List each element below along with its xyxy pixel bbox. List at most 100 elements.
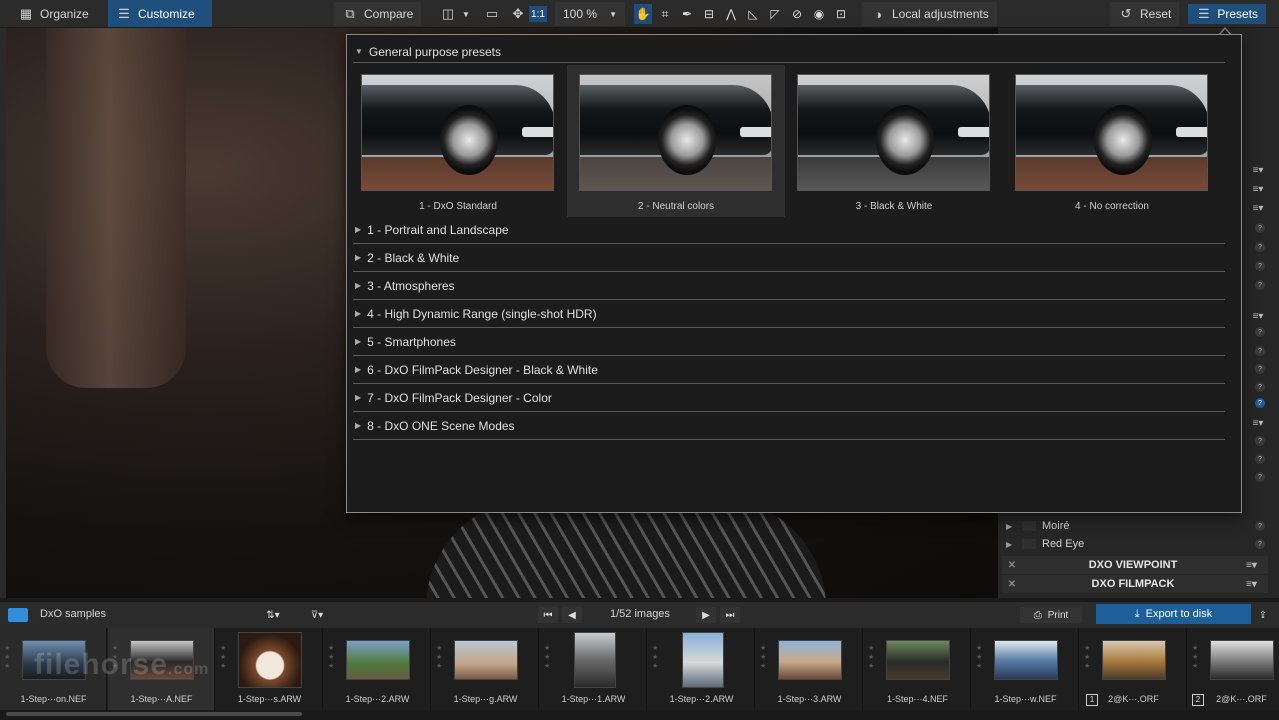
previous-image-button[interactable]: ◀ [562, 607, 582, 623]
help-icon[interactable]: ? [1255, 521, 1265, 531]
palette-item-moire[interactable]: ▶ Moiré ? [1002, 517, 1265, 535]
preset-thumbnail[interactable]: 2 - Neutral colors [567, 65, 785, 217]
filmstrip-item[interactable]: ★ ★ ★ 1-Step···4.NEF [864, 628, 971, 710]
customize-tab[interactable]: ☰ Customize [108, 0, 212, 27]
filmstrip-item[interactable]: ★ ★ ★ 1-Step···2.ARW [648, 628, 755, 710]
filter-button[interactable]: ⊽▾ [302, 607, 332, 623]
filmstrip-item[interactable]: ★ ★ ★ 1-Step···g.ARW [432, 628, 539, 710]
help-icon[interactable]: ? [1255, 280, 1265, 290]
rating-stars[interactable]: ★ ★ ★ [868, 644, 876, 671]
filmstrip-toolbar: DxO samples ⇅▾ ⊽▾ ⏮ ◀ 1/52 images ▶ ⏭ ⎙ … [0, 602, 1279, 628]
perspective-icon[interactable]: ⋀ [722, 4, 740, 24]
palette-menu-icon[interactable]: ≡▾ [1248, 309, 1268, 323]
rating-stars[interactable]: ★ ★ ★ [652, 644, 660, 671]
rating-stars[interactable]: ★ ★ ★ [760, 644, 768, 671]
general-presets-header[interactable]: ▼ General purpose presets [353, 41, 1225, 63]
repair-icon[interactable]: ⊘ [788, 4, 806, 24]
section-dxo-viewpoint[interactable]: ✕ DXO VIEWPOINT ≡▾ [1002, 556, 1268, 574]
filmstrip-item[interactable]: ★ ★ ★ 1 2@K···.ORF [1080, 628, 1187, 710]
organize-tab[interactable]: ▦ Organize [10, 2, 97, 26]
rating-stars[interactable]: ★ ★ ★ [436, 644, 444, 671]
help-icon[interactable]: ? [1255, 539, 1265, 549]
rating-stars[interactable]: ★ ★ ★ [544, 644, 552, 671]
close-icon[interactable]: ✕ [1004, 560, 1020, 571]
horizon-icon[interactable]: ⊟ [700, 4, 718, 24]
export-label: Export to disk [1145, 608, 1213, 620]
palette-menu-icon[interactable]: ≡▾ [1248, 163, 1268, 177]
rating-stars[interactable]: ★ ★ ★ [220, 644, 228, 671]
local-adjust-icon: ◑ [874, 6, 882, 22]
filmstrip-scroll-thumb[interactable] [6, 712, 302, 716]
last-image-button[interactable]: ⏭ [720, 607, 740, 623]
sort-button[interactable]: ⇅▾ [258, 607, 288, 623]
palette-menu-icon[interactable]: ≡▾ [1246, 560, 1268, 571]
compare-button[interactable]: ⧉ Compare [334, 2, 422, 26]
preset-category-row[interactable]: ▶ 5 - Smartphones [353, 328, 1225, 356]
palette-menu-icon[interactable]: ≡▾ [1246, 579, 1268, 590]
rating-stars[interactable]: ★ ★ ★ [4, 644, 12, 671]
filmstrip-filename: 1-Step···on.NEF [20, 694, 87, 704]
eye-icon[interactable]: ◉ [810, 4, 828, 24]
rating-stars[interactable]: ★ ★ ★ [328, 644, 336, 671]
export-to-disk-button[interactable]: ⤓ Export to disk [1096, 604, 1251, 624]
preset-category-row[interactable]: ▶ 3 - Atmospheres [353, 272, 1225, 300]
help-icon[interactable]: ? [1255, 382, 1265, 392]
perspective-rect-icon[interactable]: ◺ [744, 4, 762, 24]
layout-dropdown[interactable]: ◫ ▼ [432, 2, 478, 26]
preset-category-row[interactable]: ▶ 8 - DxO ONE Scene Modes [353, 412, 1225, 440]
enable-toggle[interactable] [1022, 521, 1036, 531]
print-label: Print [1047, 609, 1069, 621]
help-icon[interactable]: ? [1255, 261, 1265, 271]
reset-button[interactable]: ↺ Reset [1110, 2, 1180, 26]
preset-category-row[interactable]: ▶ 6 - DxO FilmPack Designer - Black & Whi… [353, 356, 1225, 384]
white-balance-icon[interactable]: ✒ [678, 4, 696, 24]
perspective-8pt-icon[interactable]: ◸ [766, 4, 784, 24]
zoom-level-select[interactable]: 100 % ▼ [555, 2, 625, 26]
filmstrip-item[interactable]: ★ ★ ★ 1-Step···w.NEF [972, 628, 1079, 710]
collapse-arrow-icon: ▼ [355, 47, 363, 56]
share-button[interactable]: ⇪ [1254, 607, 1272, 623]
rating-stars[interactable]: ★ ★ ★ [1084, 644, 1092, 671]
zoom-1to1-button[interactable]: 1:1 [529, 6, 547, 22]
histogram-icon[interactable]: ⊡ [832, 4, 850, 24]
rating-stars[interactable]: ★ ★ ★ [976, 644, 984, 671]
help-icon[interactable]: ? [1255, 364, 1265, 374]
filmstrip-item[interactable]: ★ ★ ★ 1-Step···3.ARW [756, 628, 863, 710]
hand-tool-icon[interactable]: ✋ [634, 4, 652, 24]
filmstrip-item[interactable]: ★ ★ ★ 1-Step···2.ARW [324, 628, 431, 710]
preset-category-row[interactable]: ▶ 4 - High Dynamic Range (single-shot HDR… [353, 300, 1225, 328]
help-icon[interactable]: ? [1255, 223, 1265, 233]
help-icon[interactable]: ? [1255, 242, 1265, 252]
palette-menu-icon[interactable]: ≡▾ [1248, 182, 1268, 196]
preset-thumbnail[interactable]: 3 - Black & White [785, 65, 1003, 217]
filmstrip-item[interactable]: ★ ★ ★ 2 2@K···.ORF [1188, 628, 1279, 710]
enable-toggle[interactable] [1022, 539, 1036, 549]
section-dxo-filmpack[interactable]: ✕ DXO FILMPACK ≡▾ [1002, 575, 1268, 593]
first-image-button[interactable]: ⏮ [538, 607, 558, 623]
rating-stars[interactable]: ★ ★ ★ [1192, 644, 1200, 671]
preset-category-row[interactable]: ▶ 2 - Black & White [353, 244, 1225, 272]
filmstrip-filename: 1-Step···1.ARW [561, 694, 626, 704]
filmstrip-item[interactable]: ★ ★ ★ 1-Step···1.ARW [540, 628, 647, 710]
preset-thumbnail[interactable]: 1 - DxO Standard [349, 65, 567, 217]
print-button[interactable]: ⎙ Print [1020, 607, 1082, 623]
help-icon-active[interactable]: ? [1255, 398, 1265, 408]
filmstrip-item[interactable]: ★ ★ ★ 1-Step···s.ARW [216, 628, 323, 710]
preset-category-row[interactable]: ▶ 1 - Portrait and Landscape [353, 216, 1225, 244]
help-icon[interactable]: ? [1255, 436, 1265, 446]
preset-thumbnail[interactable]: 4 - No correction [1003, 65, 1221, 217]
help-icon[interactable]: ? [1255, 346, 1265, 356]
crop-icon[interactable]: ⌗ [656, 4, 674, 24]
palette-menu-icon[interactable]: ≡▾ [1248, 201, 1268, 215]
preset-category-label: 5 - Smartphones [367, 334, 456, 349]
next-image-button[interactable]: ▶ [696, 607, 716, 623]
help-icon[interactable]: ? [1255, 454, 1265, 464]
help-icon[interactable]: ? [1255, 472, 1265, 482]
close-icon[interactable]: ✕ [1004, 579, 1020, 590]
local-adjustments-button[interactable]: ◑ Local adjustments [862, 2, 997, 26]
palette-item-red-eye[interactable]: ▶ Red Eye ? [1002, 535, 1265, 553]
help-icon[interactable]: ? [1255, 327, 1265, 337]
presets-button[interactable]: ☰ Presets [1188, 4, 1266, 24]
palette-menu-icon[interactable]: ≡▾ [1248, 416, 1268, 430]
preset-category-row[interactable]: ▶ 7 - DxO FilmPack Designer - Color [353, 384, 1225, 412]
